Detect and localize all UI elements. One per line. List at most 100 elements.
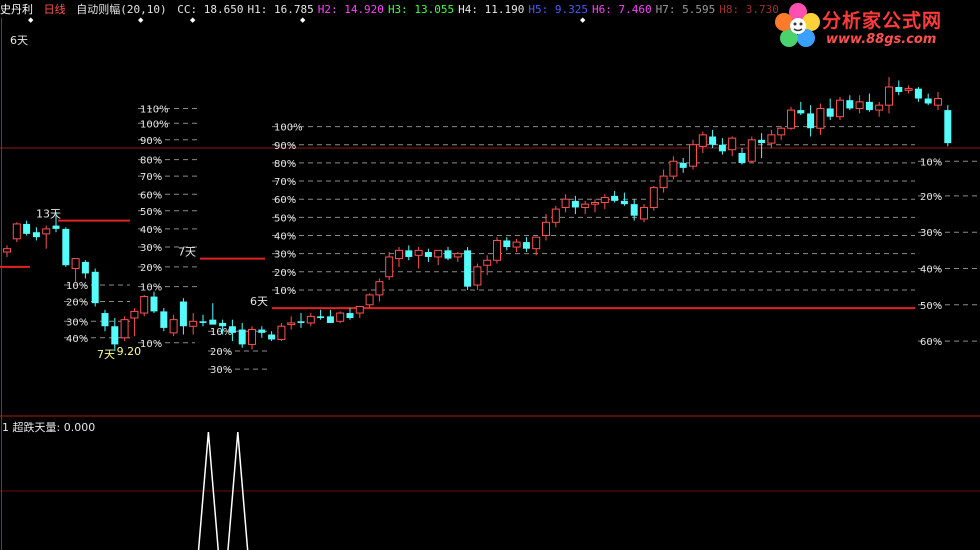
- logo-brand: 分析家公式网: [822, 10, 943, 32]
- ruler-label: 40%: [274, 232, 296, 243]
- ruler-label: 10%: [140, 339, 162, 350]
- ruler-label: 110%: [140, 104, 169, 115]
- candle-body: [268, 334, 276, 340]
- candle-body: [375, 281, 384, 296]
- candle-body: [189, 320, 198, 327]
- ruler-label: 70%: [274, 177, 296, 188]
- candle-body: [258, 329, 266, 333]
- ruler-label: 20%: [66, 298, 88, 309]
- candle-body: [875, 104, 884, 111]
- candle-body: [179, 301, 187, 327]
- candle-body: [630, 204, 638, 216]
- candle-body: [111, 326, 119, 345]
- candle-body: [924, 98, 932, 104]
- candle-body: [807, 113, 815, 129]
- candle-body: [747, 139, 756, 162]
- indicator-name[interactable]: 自动则幅(20,10): [76, 3, 166, 16]
- candle-body: [160, 311, 168, 328]
- candle-body: [444, 250, 452, 259]
- ruler-label: 30%: [66, 317, 88, 328]
- candle-body: [777, 127, 786, 136]
- indicator-header: 史丹利 日线 自动则幅(20,10) CC: 18.650 H1: 16.785 H…: [0, 1, 787, 17]
- candle-body: [23, 223, 31, 234]
- ruler-label: 50%: [920, 301, 942, 312]
- candle-body: [483, 259, 492, 266]
- candle-body: [81, 261, 89, 274]
- candle-body: [248, 329, 256, 345]
- stock-name[interactable]: 史丹利: [0, 3, 33, 16]
- candle-body: [317, 316, 325, 318]
- ruler-label: 60%: [920, 337, 942, 348]
- candle-body: [101, 313, 109, 327]
- candle-body: [238, 329, 246, 345]
- candle-body: [767, 134, 776, 144]
- candle-body: [209, 319, 217, 325]
- candle-body: [522, 242, 530, 249]
- ruler-label: 50%: [274, 213, 296, 224]
- candle-body: [228, 326, 236, 333]
- indicator-value-0: CC: 18.650: [177, 3, 244, 16]
- candle-body: [797, 110, 805, 114]
- candle-body: [277, 325, 286, 340]
- support-line-label: 13天: [36, 208, 61, 221]
- time-marker-icon: ◆: [28, 16, 34, 24]
- candle-body: [52, 225, 60, 229]
- ruler-label: 60%: [140, 190, 162, 201]
- ruler-label: 60%: [274, 195, 296, 206]
- ruler-label: 20%: [140, 263, 162, 274]
- ruler-label: 20%: [920, 192, 942, 203]
- ruler-label: 20%: [210, 347, 232, 358]
- candle-body: [649, 187, 658, 208]
- candle-body: [414, 249, 423, 256]
- ruler-label: 100%: [140, 119, 169, 130]
- ruler-label: 80%: [140, 156, 162, 167]
- candle-body: [287, 322, 296, 326]
- candle-body: [3, 248, 11, 253]
- flower-logo-icon: [775, 3, 820, 47]
- candlestick-chart[interactable]: ◆ ◆ ◆ ◆ ◆110%100%90%80%70%60%50%40%30%20%10%…: [0, 0, 980, 550]
- candle-body: [581, 203, 590, 208]
- ruler-label: 40%: [920, 265, 942, 276]
- candle-body: [698, 134, 707, 147]
- candle-body: [405, 250, 413, 257]
- candle-body: [297, 321, 305, 323]
- candle-body: [846, 100, 854, 109]
- candle-body: [326, 316, 334, 323]
- candle-body: [346, 313, 354, 318]
- candle-body: [659, 175, 668, 189]
- candle-body: [728, 137, 737, 151]
- candle-body: [836, 99, 844, 118]
- candle-body: [709, 136, 717, 145]
- candle-body: [395, 249, 403, 260]
- candle-body: [424, 252, 432, 257]
- indicator-value-7: H7: 5.595: [655, 3, 716, 16]
- ruler-label: 20%: [274, 268, 296, 279]
- candle-body: [473, 266, 482, 286]
- ruler-label: 30%: [140, 243, 162, 254]
- ruler-label: 10%: [210, 327, 232, 338]
- time-marker-icon: ◆: [580, 16, 586, 24]
- sub-panel-value: 0.000: [63, 421, 96, 434]
- period-label[interactable]: 日线: [44, 3, 66, 16]
- chart-annotation: 9.20: [117, 345, 142, 358]
- candle-body: [199, 321, 207, 323]
- candle-body: [493, 239, 501, 261]
- ruler-label: 50%: [140, 207, 162, 218]
- chart-window: ◆ ◆ ◆ ◆ ◆ 110% 100% 90% 80% 70% 60% 50% 40% 30% 20% 10%…: [0, 0, 980, 550]
- candle-body: [130, 310, 139, 319]
- candle-body: [140, 296, 149, 314]
- candle-body: [42, 228, 51, 235]
- candle-body: [453, 253, 462, 258]
- candle-body: [532, 236, 541, 250]
- candle-body: [620, 200, 628, 205]
- candle-body: [689, 144, 697, 167]
- chart-annotation: 7天: [97, 348, 115, 361]
- candle-body: [914, 88, 922, 99]
- candle-body: [434, 249, 443, 258]
- candle-body: [71, 258, 80, 270]
- candle-body: [895, 87, 903, 92]
- indicator-value-1: H1: 16.785: [247, 3, 314, 16]
- candle-body: [542, 221, 550, 237]
- candle-body: [679, 162, 687, 168]
- candle-body: [512, 241, 521, 248]
